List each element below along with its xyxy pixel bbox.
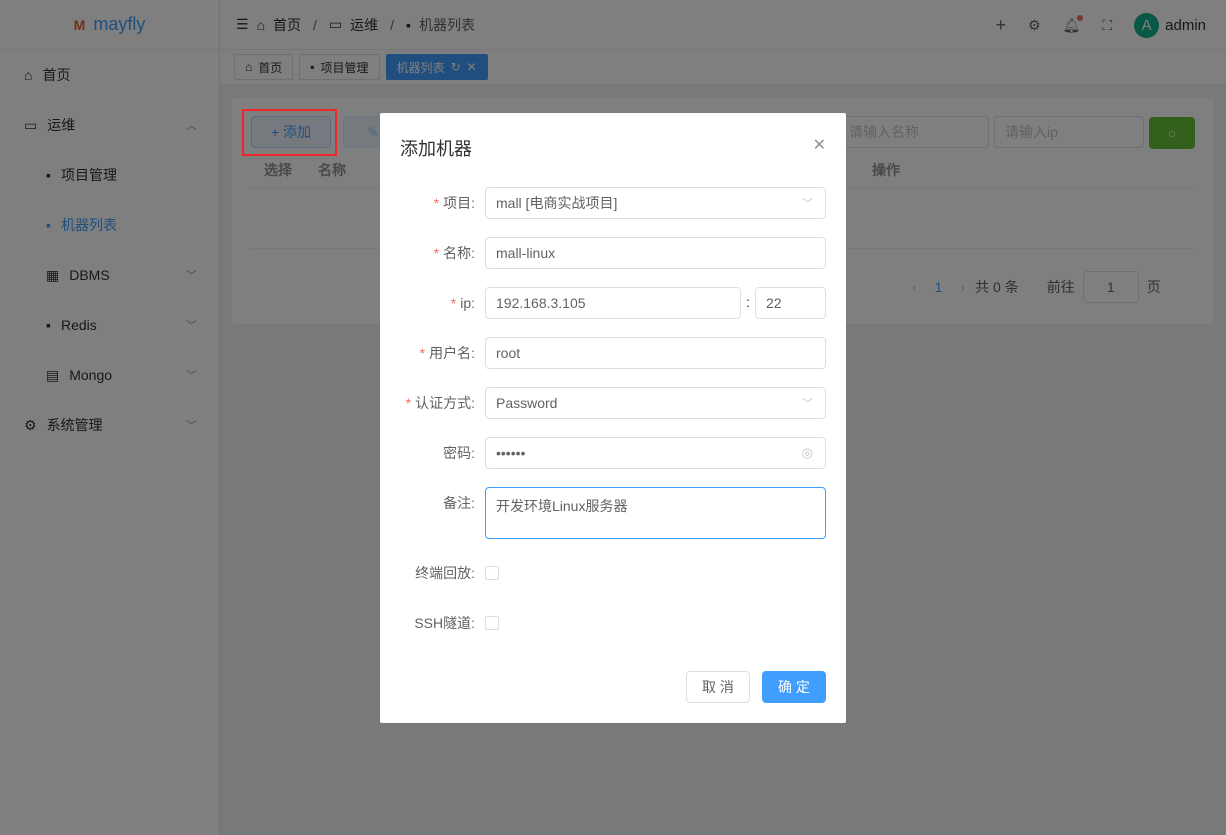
- port-input[interactable]: 22: [755, 287, 826, 319]
- form-row-replay: 终端回放:: [380, 557, 846, 589]
- ssh-tunnel-checkbox[interactable]: [485, 616, 499, 630]
- eye-hidden-icon[interactable]: ◎: [802, 445, 813, 461]
- form-row-auth: * 认证方式: Password ﹀: [380, 387, 846, 419]
- name-input[interactable]: mall-linux: [485, 237, 826, 269]
- password-input[interactable]: •••••• ◎: [485, 437, 826, 469]
- close-icon[interactable]: ✕: [813, 135, 826, 155]
- form-row-project: * 项目: mall [电商实战项目] ﹀: [380, 187, 846, 219]
- form-row-ip: * ip: 192.168.3.105 : 22: [380, 287, 846, 319]
- add-machine-dialog: 添加机器 ✕ * 项目: mall [电商实战项目] ﹀ * 名称: mall-lin…: [380, 113, 846, 723]
- project-select[interactable]: mall [电商实战项目] ﹀: [485, 187, 826, 219]
- form-row-ssh: SSH隧道:: [380, 607, 846, 639]
- username-input[interactable]: root: [485, 337, 826, 369]
- cancel-button[interactable]: 取 消: [686, 671, 750, 703]
- remark-textarea[interactable]: 开发环境Linux服务器: [485, 487, 826, 539]
- confirm-button[interactable]: 确 定: [762, 671, 826, 703]
- form-row-password: 密码: •••••• ◎: [380, 437, 846, 469]
- auth-method-select[interactable]: Password ﹀: [485, 387, 826, 419]
- chevron-down-icon: ﹀: [802, 398, 813, 410]
- ip-input[interactable]: 192.168.3.105: [485, 287, 741, 319]
- form-row-remark: 备注: 开发环境Linux服务器: [380, 487, 846, 539]
- highlight-box: [242, 109, 337, 156]
- chevron-down-icon: ﹀: [802, 198, 813, 210]
- form-row-name: * 名称: mall-linux: [380, 237, 846, 269]
- terminal-replay-checkbox[interactable]: [485, 566, 499, 580]
- form-row-username: * 用户名: root: [380, 337, 846, 369]
- dialog-title: 添加机器: [400, 139, 472, 159]
